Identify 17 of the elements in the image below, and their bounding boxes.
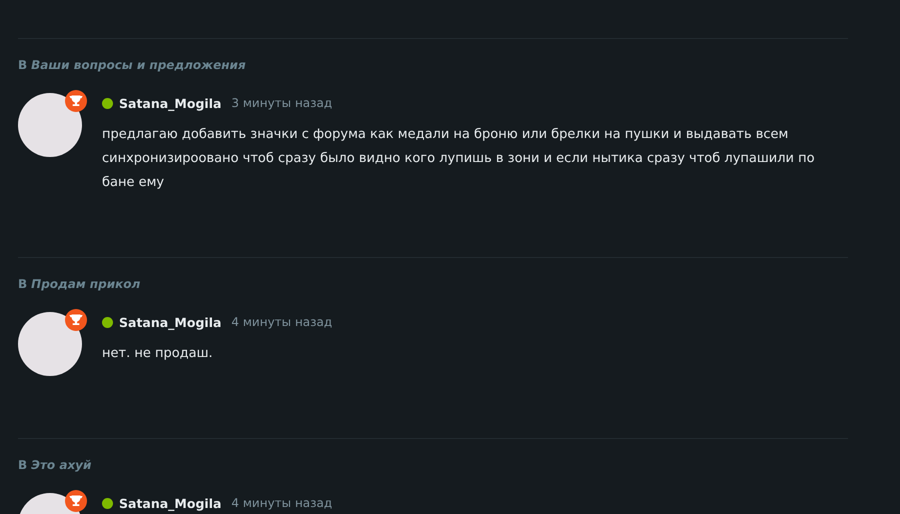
heading-prefix: В (18, 458, 28, 472)
timestamp: 3 минуты назад (231, 96, 332, 110)
post-text: предлагаю добавить значки с форума как медали на броню или брелки на пушки и выдавать всем синхронизироовано чтоб сразу было видно кого лупишь в зони и если нытика сразу чтоб лупашили по бане ему (102, 126, 816, 192)
trophy-icon (65, 309, 87, 331)
timestamp: 4 минуты назад (231, 496, 332, 510)
heading-prefix: В (18, 277, 28, 291)
post-text: нет. не продаш. (102, 345, 214, 363)
username-link[interactable]: Satana_Mogila (119, 314, 222, 330)
thread-link[interactable]: Ваши вопросы и предложения (31, 58, 246, 72)
heading-prefix: В (18, 58, 28, 72)
thread-link[interactable]: Это ахуй (31, 458, 92, 472)
thread-link[interactable]: Продам прикол (31, 277, 140, 291)
trophy-icon (65, 90, 87, 112)
trophy-icon (65, 490, 87, 512)
username-link[interactable]: Satana_Mogila (119, 96, 222, 110)
username-link[interactable]: Satana_Mogila (119, 496, 222, 510)
timestamp: 4 минуты назад (231, 315, 332, 329)
